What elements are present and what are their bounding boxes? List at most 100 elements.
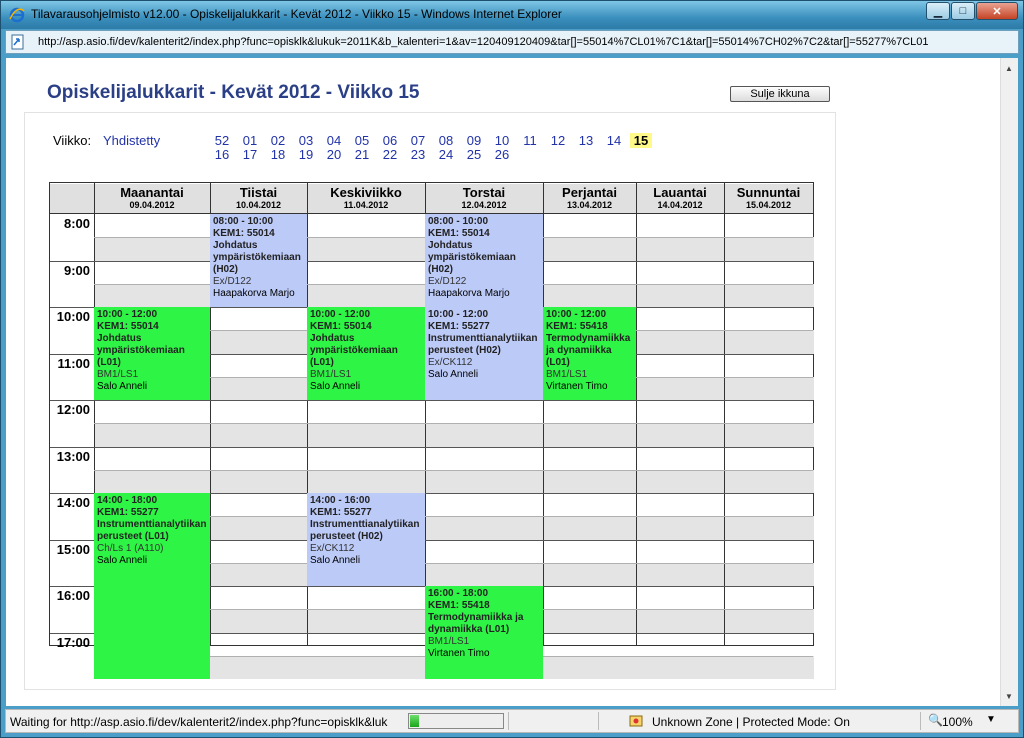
address-bar[interactable]: http://asp.asio.fi/dev/kalenterit2/index… xyxy=(5,30,1019,54)
day-header: Torstai 12.04.2012 xyxy=(425,184,543,214)
column-divider xyxy=(724,183,725,645)
calendar-event[interactable]: 10:00 - 12:00 KEM1: 55014 Johdatus ympäris… xyxy=(94,307,210,400)
calendar-event[interactable]: 14:00 - 16:00 KEM1: 55277 Instrumenttianal… xyxy=(307,493,425,586)
week-link-16[interactable]: 16 xyxy=(210,147,234,162)
week-link-02[interactable]: 02 xyxy=(266,133,290,148)
status-text: Waiting for http://asp.asio.fi/dev/kalen… xyxy=(10,715,388,729)
week-link-07[interactable]: 07 xyxy=(406,133,430,148)
event-room: Ex/D122 xyxy=(428,276,467,287)
hour-label: 14:00 xyxy=(56,495,90,510)
week-link-13[interactable]: 13 xyxy=(574,133,598,148)
week-link-25[interactable]: 25 xyxy=(462,147,486,162)
status-divider xyxy=(598,712,599,730)
title-bar[interactable]: Tilavarausohjelmisto v12.00 - Opiskelija… xyxy=(1,1,1023,29)
event-course-name: Johdatus ympäristökemiaan (H02) xyxy=(213,240,301,275)
half-hour-band xyxy=(94,469,814,493)
week-link-08[interactable]: 08 xyxy=(434,133,458,148)
week-link-14[interactable]: 14 xyxy=(602,133,626,148)
day-name: Sunnuntai xyxy=(736,185,801,200)
week-link-01[interactable]: 01 xyxy=(238,133,262,148)
week-link-05[interactable]: 05 xyxy=(350,133,374,148)
calendar-event[interactable]: 14:00 - 18:00 KEM1: 55277 Instrumenttianal… xyxy=(94,493,210,679)
loading-progress-bar xyxy=(408,713,504,729)
week-label: Viikko: xyxy=(53,133,92,148)
zoom-icon[interactable]: 🔍 xyxy=(928,713,943,727)
hour-divider xyxy=(50,400,813,401)
day-date: 13.04.2012 xyxy=(566,200,613,210)
calendar-event[interactable]: 10:00 - 12:00 KEM1: 55277 Instrumenttianal… xyxy=(425,307,543,400)
event-teacher: Virtanen Timo xyxy=(428,648,490,659)
week-link-12[interactable]: 12 xyxy=(546,133,570,148)
week-link-20[interactable]: 20 xyxy=(322,147,346,162)
event-time: 10:00 - 12:00 xyxy=(310,309,371,320)
day-date: 15.04.2012 xyxy=(745,200,792,210)
security-zone-icon[interactable] xyxy=(628,713,644,729)
status-divider xyxy=(920,712,921,730)
scroll-up-arrow-icon[interactable]: ▲ xyxy=(1005,64,1013,73)
week-link-22[interactable]: 22 xyxy=(378,147,402,162)
week-link-18[interactable]: 18 xyxy=(266,147,290,162)
page-icon xyxy=(11,34,24,50)
week-link-19[interactable]: 19 xyxy=(294,147,318,162)
week-link-17[interactable]: 17 xyxy=(238,147,262,162)
week-link-04[interactable]: 04 xyxy=(322,133,346,148)
combined-week-link[interactable]: Yhdistetty xyxy=(103,133,160,148)
event-room: Ex/CK112 xyxy=(310,543,355,554)
event-course-code: KEM1: 55418 xyxy=(428,600,490,611)
calendar-event[interactable]: 16:00 - 18:00 KEM1: 55418 Termodynamiikka … xyxy=(425,586,543,679)
grid-corner xyxy=(50,184,94,214)
hour-divider xyxy=(50,446,813,448)
week-link-21[interactable]: 21 xyxy=(350,147,374,162)
close-page-button[interactable]: Sulje ikkuna xyxy=(730,86,830,102)
event-course-code: KEM1: 55277 xyxy=(310,507,372,518)
event-course-name: Johdatus ympäristökemiaan (L01) xyxy=(310,333,398,368)
week-link-26[interactable]: 26 xyxy=(490,147,514,162)
day-header: Maanantai 09.04.2012 xyxy=(94,184,210,214)
calendar-event[interactable]: 10:00 - 12:00 KEM1: 55014 Johdatus ympäris… xyxy=(307,307,425,400)
event-time: 14:00 - 18:00 xyxy=(97,495,158,506)
event-room: BM1/LS1 xyxy=(546,369,588,380)
event-time: 10:00 - 12:00 xyxy=(97,309,158,320)
event-room: Ex/CK112 xyxy=(428,357,473,368)
week-calendar-grid: Maanantai 09.04.2012 Tiistai 10.04.2012 Kesk… xyxy=(49,182,814,679)
week-link-10[interactable]: 10 xyxy=(490,133,514,148)
week-link-24[interactable]: 24 xyxy=(434,147,458,162)
scroll-down-arrow-icon[interactable]: ▼ xyxy=(1005,692,1013,701)
day-date: 09.04.2012 xyxy=(129,200,175,210)
calendar-event[interactable]: 08:00 - 10:00 KEM1: 55014 Johdatus ympäris… xyxy=(425,214,543,307)
event-course-name: Instrumenttianalytiikan perusteet (H02) xyxy=(310,519,420,542)
week-link-52[interactable]: 52 xyxy=(210,133,234,148)
event-teacher: Haapakorva Marjo xyxy=(428,288,510,299)
zoom-level[interactable]: 100% xyxy=(942,715,973,729)
event-teacher: Virtanen Timo xyxy=(546,381,608,392)
calendar-event[interactable]: 10:00 - 12:00 KEM1: 55418 Termodynamiikka … xyxy=(543,307,636,400)
day-header: Keskiviikko 11.04.2012 xyxy=(307,184,425,214)
week-link-06[interactable]: 06 xyxy=(378,133,402,148)
day-name: Perjantai xyxy=(562,185,617,200)
vertical-scrollbar[interactable]: ▲ ▼ xyxy=(1000,58,1018,706)
event-course-code: KEM1: 55277 xyxy=(428,321,490,332)
maximize-icon: □ xyxy=(959,5,967,17)
week-link-23[interactable]: 23 xyxy=(406,147,430,162)
hour-label: 8:00 xyxy=(63,216,90,231)
chevron-down-icon[interactable]: ▼ xyxy=(986,714,996,725)
zone-status[interactable]: Unknown Zone | Protected Mode: On xyxy=(652,715,850,729)
column-divider xyxy=(636,183,637,645)
maximize-button[interactable]: □ xyxy=(951,2,975,20)
hour-label: 9:00 xyxy=(63,262,90,278)
event-teacher: Salo Anneli xyxy=(310,555,361,566)
close-window-button[interactable]: ✕ xyxy=(976,2,1018,20)
half-hour-divider xyxy=(94,423,813,425)
url-field[interactable]: http://asp.asio.fi/dev/kalenterit2/index… xyxy=(38,36,1013,48)
minimize-button[interactable]: ▁ xyxy=(926,2,950,20)
week-link-11[interactable]: 11 xyxy=(518,133,542,148)
week-link-03[interactable]: 03 xyxy=(294,133,318,148)
event-course-code: KEM1: 55014 xyxy=(310,321,372,332)
event-course-code: KEM1: 55418 xyxy=(546,321,608,332)
calendar-event[interactable]: 08:00 - 10:00 KEM1: 55014 Johdatus ympäris… xyxy=(210,214,307,307)
event-course-code: KEM1: 55277 xyxy=(97,507,159,518)
week-link-09[interactable]: 09 xyxy=(462,133,486,148)
event-time: 10:00 - 12:00 xyxy=(428,309,489,320)
day-header: Tiistai 10.04.2012 xyxy=(210,184,307,214)
event-teacher: Salo Anneli xyxy=(97,555,148,566)
